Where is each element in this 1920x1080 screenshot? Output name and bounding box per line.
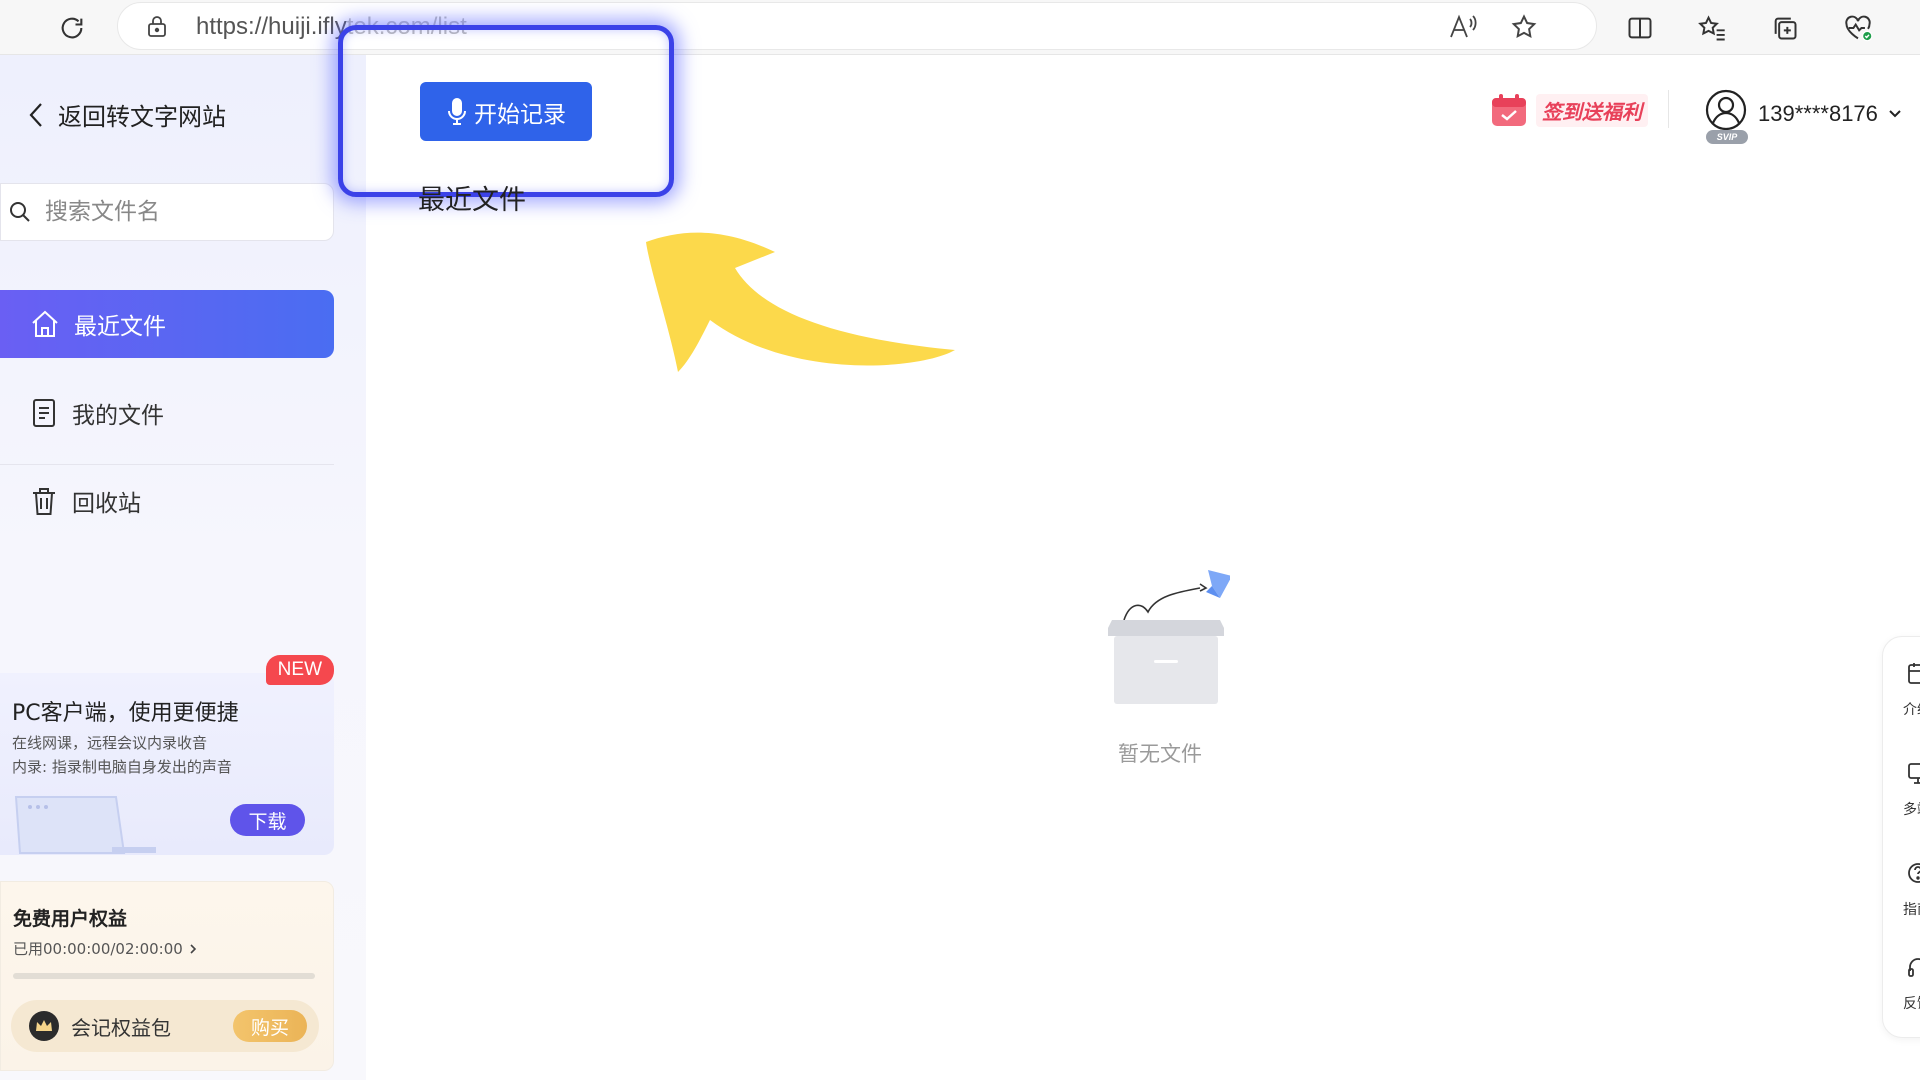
address-bar[interactable]: https://huiji.iflytek.com/list	[117, 2, 1597, 50]
home-icon	[32, 310, 58, 337]
laptop-illustration	[14, 796, 156, 854]
chevron-left-icon	[29, 102, 42, 127]
collections-icon[interactable]	[1765, 8, 1805, 48]
chevron-down-icon	[1889, 110, 1901, 118]
help-icon	[1908, 863, 1920, 883]
avatar: SVIP	[1704, 88, 1748, 144]
dock-label: 反馈	[1903, 996, 1920, 1012]
header-divider	[1668, 90, 1669, 128]
usage-text: 已用00:00:00/02:00:00	[13, 940, 183, 958]
dock-label: 指南	[1903, 902, 1920, 918]
headset-icon	[1908, 958, 1920, 977]
chevron-right-icon	[190, 943, 196, 954]
nav-item-my-files[interactable]: 我的文件	[0, 379, 334, 447]
right-dock: 介绍 多端 指南 反馈	[1882, 636, 1920, 1038]
daily-signin-button[interactable]: 签到送福利	[1490, 92, 1648, 128]
dock-item-multi-device[interactable]: 多端	[1883, 761, 1920, 841]
user-menu[interactable]: SVIP 139****8176	[1704, 88, 1902, 144]
trash-icon	[33, 488, 55, 515]
dock-label: 介绍	[1903, 702, 1920, 718]
user-icon	[1705, 89, 1747, 131]
health-icon[interactable]	[1838, 8, 1878, 48]
read-aloud-icon[interactable]	[1448, 13, 1478, 45]
nav-label: 最近文件	[74, 314, 166, 340]
annotation-arrow-icon	[646, 232, 955, 372]
usage-progress-bar	[13, 973, 315, 979]
browser-toolbar: https://huiji.iflytek.com/list	[0, 0, 1920, 55]
promo-line1: 在线网课，远程会议内录收音	[12, 734, 208, 752]
empty-state-text: 暂无文件	[1118, 742, 1202, 766]
search-icon	[10, 202, 30, 222]
nav-item-recent-files[interactable]: 最近文件	[0, 290, 334, 358]
split-screen-icon[interactable]	[1620, 8, 1660, 48]
lock-icon[interactable]	[146, 14, 168, 42]
dock-label: 多端	[1903, 802, 1920, 818]
nav-label: 回收站	[72, 491, 141, 517]
refresh-icon[interactable]	[52, 8, 92, 48]
pc-client-promo: NEW PC客户端，使用更便捷 在线网课，远程会议内录收音 内录: 指录制电脑自…	[0, 655, 334, 855]
promo-line2: 内录: 指录制电脑自身发出的声音	[12, 758, 232, 776]
start-recording-button[interactable]: 开始记录	[420, 82, 592, 141]
nav-divider	[0, 464, 334, 465]
empty-box-illustration	[1108, 570, 1230, 704]
benefit-title: 免费用户权益	[13, 908, 128, 930]
star-icon[interactable]	[1510, 13, 1538, 45]
back-label: 返回转文字网站	[58, 103, 226, 131]
buy-button[interactable]: 购买	[233, 1010, 307, 1042]
url-text: https://huiji.iflytek.com/list	[196, 13, 467, 40]
promo-title: PC客户端，使用更便捷	[12, 701, 239, 726]
pack-label: 会记权益包	[71, 1015, 171, 1040]
microphone-icon	[448, 97, 466, 125]
search-box[interactable]	[0, 183, 334, 241]
free-benefits-card: 免费用户权益 已用00:00:00/02:00:00 会记权益包 购买	[0, 881, 334, 1071]
document-icon	[33, 399, 55, 427]
download-button[interactable]: 下载	[230, 804, 305, 836]
sidebar: 返回转文字网站 最近文件 我的文件 回收站 NEW PC客户端，使用更便捷 在线…	[0, 55, 366, 1080]
usage-link[interactable]: 已用00:00:00/02:00:00	[13, 938, 197, 959]
search-input[interactable]	[45, 199, 315, 225]
svip-badge: SVIP	[1706, 130, 1748, 144]
dock-item-guide[interactable]: 指南	[1883, 861, 1920, 941]
favorites-icon[interactable]	[1692, 8, 1732, 48]
start-label: 开始记录	[474, 101, 566, 128]
user-phone: 139****8176	[1758, 101, 1878, 126]
new-badge: NEW	[265, 655, 334, 685]
calendar-gift-icon	[1492, 94, 1526, 126]
nav-label: 我的文件	[72, 403, 164, 429]
benefit-pack-row: 会记权益包 购买	[11, 1000, 319, 1052]
nav-item-recycle-bin[interactable]: 回收站	[0, 467, 334, 535]
calendar-icon	[1908, 663, 1920, 684]
monitor-icon	[1908, 763, 1920, 784]
dock-item-feedback[interactable]: 反馈	[1883, 955, 1920, 1035]
section-title: 最近文件	[418, 185, 526, 216]
signin-label: 签到送福利	[1536, 93, 1648, 127]
crown-icon	[29, 1011, 59, 1041]
dock-item-intro[interactable]: 介绍	[1883, 661, 1920, 741]
back-to-site-link[interactable]: 返回转文字网站	[28, 97, 226, 132]
